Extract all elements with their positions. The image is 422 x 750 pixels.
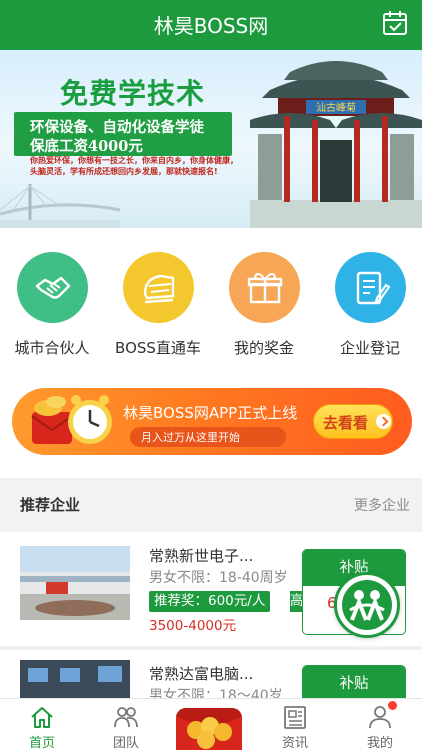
quick-menu: 城市合伙人 BOSS直通车 我的奖金 企业登记 <box>0 228 422 368</box>
calendar-check-icon[interactable] <box>381 9 409 37</box>
promo-subtitle: 月入过万从这里开始 <box>141 431 240 444</box>
quick-item-label: 企业登记 <box>339 339 400 357</box>
quick-item-company-register[interactable]: 企业登记 <box>320 252 420 358</box>
news-icon <box>284 706 306 729</box>
top-header: 林昊BOSS网 <box>0 0 422 50</box>
floating-logo-button[interactable] <box>334 572 400 638</box>
bridge-illustration <box>0 184 120 228</box>
temple-gate-illustration: 汕古峰菊 <box>250 61 422 228</box>
tab-news[interactable]: 资讯 <box>253 699 337 750</box>
banner-headline: 免费学技术 <box>60 77 206 110</box>
quick-item-circle <box>228 252 300 323</box>
company-photo <box>20 660 130 698</box>
chevron-right-icon <box>376 414 391 429</box>
red-packet-clock-icon <box>31 395 112 444</box>
recommended-companies-header: 推荐企业 更多企业 <box>0 484 422 524</box>
company-name: 常熟达富电脑... <box>149 665 254 683</box>
company-name: 常熟新世电子... <box>149 547 254 565</box>
quick-item-circle <box>334 252 406 323</box>
app-launch-promo-banner[interactable]: 林昊BOSS网APP正式上线 月入过万从这里开始 去看看 <box>12 388 412 455</box>
app-title: 林昊BOSS网 <box>153 14 269 38</box>
team-icon <box>114 707 138 728</box>
tab-label: 我的 <box>366 736 393 750</box>
quick-item-label: 我的奖金 <box>233 339 294 357</box>
handshake-icon <box>35 276 70 299</box>
red-packet-icon <box>176 708 242 749</box>
people-logo-icon <box>342 580 392 630</box>
notification-dot <box>388 701 397 710</box>
quick-item-my-bonus[interactable]: 我的奖金 <box>214 252 314 358</box>
subsidy-box[interactable]: 补贴 <box>302 665 406 698</box>
quick-item-label: 城市合伙人 <box>14 339 90 357</box>
tab-label: 首页 <box>28 736 55 750</box>
tab-team[interactable]: 团队 <box>84 699 168 750</box>
gift-icon <box>247 273 282 304</box>
tab-label: 资讯 <box>281 736 308 750</box>
referral-bonus-tag: 推荐奖：600元/人 <box>149 591 271 612</box>
quick-item-boss-express[interactable]: BOSS直通车 <box>108 252 208 358</box>
banner-line-2: 保底工资4000元 <box>30 138 143 155</box>
promo-banner-carousel[interactable]: 免费学技术 环保设备、自动化设备学徒 保底工资4000元 你热爱环保，你想有一技… <box>0 50 422 228</box>
job-card[interactable]: 常熟达富电脑... 男女不限：18～40岁 补贴 <box>0 650 422 698</box>
gate-sign-text: 汕古峰菊 <box>316 101 356 114</box>
job-requirement: 男女不限：18-40周岁 <box>149 570 288 586</box>
company-photo <box>20 546 130 620</box>
more-companies-link[interactable]: 更多企业 <box>354 495 410 515</box>
quick-item-circle <box>16 252 88 323</box>
home-icon <box>31 707 53 728</box>
quick-item-city-partner[interactable]: 城市合伙人 <box>2 252 102 358</box>
salary-range: 3500-4000元 <box>149 618 237 634</box>
section-title: 推荐企业 <box>20 496 81 514</box>
tab-profile[interactable]: 我的 <box>338 699 422 750</box>
banner-description: 你热爱环保，你想有一技之长，你来自内乡，你身体健康，头脑灵活，学有所成还想回内乡… <box>30 156 238 176</box>
go-look-button[interactable]: 去看看 <box>313 404 393 439</box>
tab-label: 团队 <box>112 736 139 750</box>
quick-item-label: BOSS直通车 <box>115 339 201 357</box>
quick-item-circle <box>122 252 194 323</box>
register-form-icon <box>356 271 390 305</box>
promo-title: 林昊BOSS网APP正式上线 <box>123 404 298 422</box>
app-screen: 林昊BOSS网 免费学技术 环保设备、自动化设备学徒 保底工资4000元 你热爱… <box>0 0 422 750</box>
go-look-label: 去看看 <box>323 414 369 432</box>
red-packet-button[interactable] <box>176 708 242 750</box>
promo-section: 林昊BOSS网APP正式上线 月入过万从这里开始 去看看 <box>0 368 422 478</box>
subsidy-label: 补贴 <box>303 666 405 698</box>
train-icon <box>143 274 174 304</box>
banner-line-1: 环保设备、自动化设备学徒 <box>30 119 204 136</box>
tab-home[interactable]: 首页 <box>0 699 84 750</box>
job-requirement: 男女不限：18～40岁 <box>149 688 283 698</box>
